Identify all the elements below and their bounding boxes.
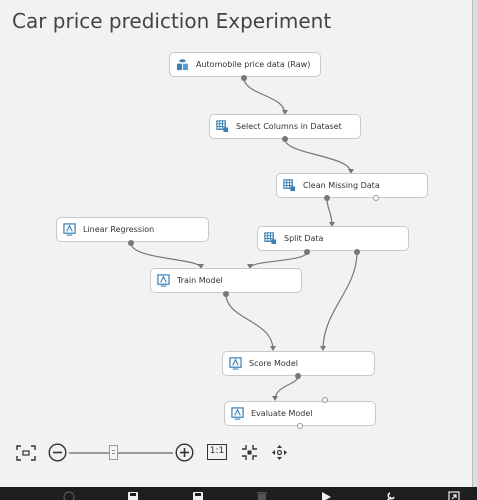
publish-icon[interactable]: [448, 491, 460, 500]
save-icon[interactable]: [127, 491, 139, 500]
module-label: Clean Missing Data: [303, 181, 380, 190]
module-label: Automobile price data (Raw): [196, 60, 311, 69]
output-port-right[interactable]: [354, 249, 360, 255]
wire-select-to-clean: [284, 138, 352, 174]
dataset-icon: [176, 59, 189, 71]
wire-split-left-to-train: [249, 251, 308, 269]
experiment-canvas[interactable]: Car price prediction Experiment Automobi…: [0, 0, 477, 500]
zoom-out-icon[interactable]: [48, 443, 67, 462]
zoom-in-icon[interactable]: [175, 443, 194, 462]
wire-score-to-evaluate: [274, 375, 299, 401]
output-port[interactable]: [223, 291, 229, 297]
module-label: Select Columns in Dataset: [236, 122, 342, 131]
output-port-unconnected[interactable]: [373, 195, 379, 201]
zoom-slider-track[interactable]: [69, 452, 173, 454]
module-clean-missing-data[interactable]: Clean Missing Data: [276, 173, 428, 198]
pan-icon[interactable]: [271, 444, 288, 461]
run-history-icon[interactable]: [63, 491, 75, 500]
module-linear-regression[interactable]: Linear Regression: [56, 217, 209, 242]
output-port[interactable]: [295, 373, 301, 379]
model-icon: [229, 357, 242, 370]
module-label: Train Model: [177, 276, 223, 285]
actual-size-button[interactable]: 1:1: [207, 444, 227, 460]
delete-icon[interactable]: [256, 491, 268, 500]
output-port[interactable]: [241, 75, 247, 81]
zoom-controls: 1:1: [0, 438, 300, 468]
save-as-icon[interactable]: [192, 491, 204, 500]
fit-to-screen-icon[interactable]: [16, 445, 36, 461]
setup-web-service-icon[interactable]: [384, 491, 396, 500]
module-label: Linear Regression: [83, 225, 155, 234]
output-port[interactable]: [282, 136, 288, 142]
table-transform-icon: [264, 232, 277, 245]
model-icon: [157, 274, 170, 287]
output-port[interactable]: [324, 195, 330, 201]
input-port-unconnected[interactable]: [322, 397, 328, 403]
bottom-toolbar: [0, 487, 477, 500]
wire-train-to-score: [225, 293, 274, 351]
module-train-model[interactable]: Train Model: [150, 268, 302, 293]
module-split-data[interactable]: Split Data: [257, 226, 409, 251]
wire-split-right-to-score: [322, 251, 358, 351]
zoom-slider-thumb[interactable]: [109, 445, 118, 460]
output-port[interactable]: [128, 240, 134, 246]
run-icon[interactable]: [320, 491, 332, 500]
module-label: Split Data: [284, 234, 324, 243]
module-automobile-price-data[interactable]: Automobile price data (Raw): [169, 52, 321, 77]
wire-clean-to-split: [326, 197, 333, 227]
output-port-left[interactable]: [304, 249, 310, 255]
module-label: Score Model: [249, 359, 298, 368]
model-icon: [63, 223, 76, 236]
wire-automobile-to-select: [243, 77, 286, 115]
module-label: Evaluate Model: [251, 409, 313, 418]
model-icon: [231, 407, 244, 420]
table-transform-icon: [283, 179, 296, 192]
table-transform-icon: [216, 120, 229, 133]
output-port-unconnected[interactable]: [297, 423, 303, 429]
actual-size-label: 1:1: [209, 446, 225, 456]
wire-linreg-to-train: [130, 242, 202, 269]
center-icon[interactable]: [241, 444, 258, 461]
